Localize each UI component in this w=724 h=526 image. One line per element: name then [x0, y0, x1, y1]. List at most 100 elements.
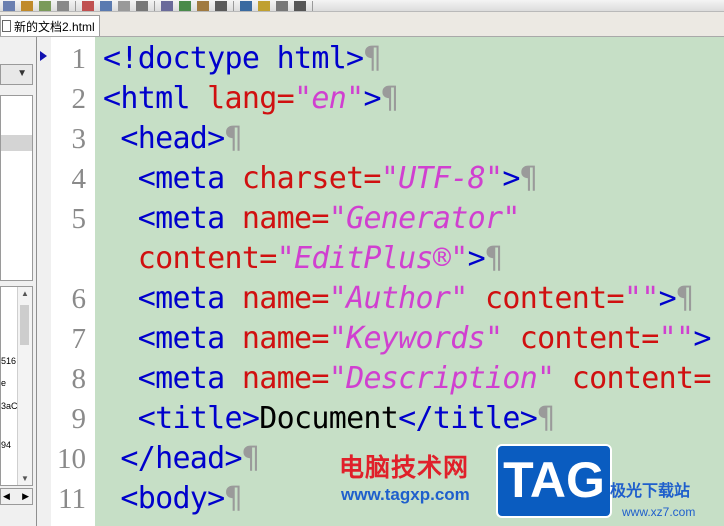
- code-token: >: [693, 321, 711, 356]
- list-item[interactable]: 94: [1, 440, 11, 450]
- toolbar-button-icon[interactable]: [118, 0, 130, 11]
- sidebar: ▼ 516 e 3aC 94 ▲ ▼ ◀ ▶: [0, 37, 37, 526]
- toolbar-button-icon[interactable]: [197, 0, 209, 11]
- code-token: ¶: [224, 481, 243, 516]
- code-token: "EditPlus®": [276, 241, 469, 276]
- code-token: ¶: [380, 81, 399, 116]
- toolbar-button-icon[interactable]: [136, 0, 148, 11]
- code-token: content=: [502, 321, 660, 356]
- list-item[interactable]: 3aC: [1, 401, 18, 411]
- toolbar-button-icon[interactable]: [161, 0, 173, 11]
- file-list-scrollbar[interactable]: ▲ ▼: [17, 287, 32, 485]
- code-token: >: [363, 81, 381, 116]
- code-token: ¶: [484, 241, 503, 276]
- toolbar-button-icon[interactable]: [3, 0, 15, 11]
- code-line[interactable]: <meta name="Generator": [103, 199, 521, 239]
- toolbar-button-icon[interactable]: [21, 0, 33, 11]
- code-token: "": [658, 321, 694, 356]
- code-token: "Author": [328, 281, 469, 316]
- tree-selected-item[interactable]: [1, 135, 32, 151]
- toolbar-separator: [312, 0, 313, 11]
- list-item[interactable]: e: [1, 378, 6, 388]
- code-token: "Description": [328, 361, 555, 396]
- code-token: "UTF-8": [380, 161, 503, 196]
- toolbar-button-icon[interactable]: [100, 0, 112, 11]
- watermark-text: 电脑技术网: [339, 453, 470, 482]
- line-number: 9: [71, 403, 87, 435]
- tab-bar: 新的文档2.html: [0, 12, 724, 37]
- code-token: ¶: [676, 281, 694, 316]
- line-number: 2: [71, 83, 87, 115]
- code-line[interactable]: </head>¶: [103, 439, 260, 479]
- list-item[interactable]: 516: [1, 356, 16, 366]
- directory-combo[interactable]: ▼: [0, 64, 33, 85]
- marker-gutter: [37, 37, 51, 526]
- toolbar-button-icon[interactable]: [276, 0, 288, 11]
- toolbar-button-icon[interactable]: [39, 0, 51, 11]
- scroll-down-icon[interactable]: ▼: [21, 474, 29, 483]
- file-list[interactable]: 516 e 3aC 94 ▲ ▼: [0, 286, 33, 486]
- code-line[interactable]: <meta name="Keywords" content="">: [103, 319, 712, 359]
- code-token: <!doctype html>: [103, 41, 364, 76]
- code-token: <meta: [103, 361, 242, 396]
- code-token: content=: [103, 241, 278, 276]
- toolbar-separator: [154, 0, 155, 11]
- toolbar-button-icon[interactable]: [294, 0, 306, 11]
- code-token: <meta: [103, 281, 242, 316]
- code-token: name=: [241, 321, 330, 356]
- code-token: "Keywords": [328, 321, 503, 356]
- watermark-url: www.tagxp.com: [341, 485, 470, 504]
- code-token: >: [467, 241, 486, 276]
- code-token: ¶: [537, 401, 555, 436]
- code-line[interactable]: content="EditPlus®">¶: [103, 239, 503, 279]
- toolbar-separator: [233, 0, 234, 11]
- toolbar-button-icon[interactable]: [57, 0, 69, 11]
- line-number: 3: [71, 123, 87, 155]
- code-token: ¶: [224, 121, 243, 156]
- toolbar-button-icon[interactable]: [215, 0, 227, 11]
- line-number: 6: [71, 283, 87, 315]
- code-token: ¶: [241, 441, 260, 476]
- line-number: 7: [71, 323, 87, 355]
- code-token: <html: [103, 81, 208, 116]
- chevron-down-icon[interactable]: ▼: [17, 68, 27, 79]
- tab-document[interactable]: 新的文档2.html: [0, 15, 100, 36]
- horizontal-scrollbar[interactable]: ◀ ▶: [0, 488, 33, 505]
- code-line[interactable]: <body>¶: [103, 479, 242, 519]
- line-number: 4: [71, 163, 87, 195]
- toolbar-button-icon[interactable]: [82, 0, 94, 11]
- code-line[interactable]: <meta charset="UTF-8">¶: [103, 159, 538, 199]
- code-token: ¶: [363, 41, 381, 76]
- code-token: name=: [241, 281, 330, 316]
- line-number: 1: [71, 43, 87, 75]
- code-token: </head>: [103, 441, 242, 476]
- code-line[interactable]: <meta name="Description" content=: [103, 359, 712, 399]
- toolbar-button-icon[interactable]: [258, 0, 270, 11]
- code-token: <meta: [103, 321, 242, 356]
- directory-tree[interactable]: [0, 95, 33, 281]
- watermark-site-url: www.xz7.com: [622, 505, 696, 519]
- code-line[interactable]: <meta name="Author" content="">¶: [103, 279, 694, 319]
- code-token: name=: [241, 361, 330, 396]
- code-line[interactable]: <head>¶: [103, 119, 242, 159]
- code-token: >: [658, 281, 677, 316]
- toolbar-button-icon[interactable]: [240, 0, 252, 11]
- code-token: ¶: [519, 161, 538, 196]
- scroll-up-icon[interactable]: ▲: [21, 289, 29, 298]
- toolbar-button-icon[interactable]: [179, 0, 191, 11]
- code-token: name=: [241, 201, 330, 236]
- scroll-right-icon[interactable]: ▶: [22, 491, 29, 502]
- code-token: "": [623, 281, 659, 316]
- code-token: content=: [554, 361, 712, 396]
- scroll-thumb[interactable]: [20, 305, 29, 345]
- current-line-marker-icon: [40, 51, 47, 61]
- code-token: <body>: [103, 481, 225, 516]
- line-number: 11: [58, 483, 86, 515]
- code-line[interactable]: <title>Document</title>¶: [103, 399, 555, 439]
- scroll-left-icon[interactable]: ◀: [3, 491, 10, 502]
- code-token: <title>: [103, 401, 260, 436]
- code-line[interactable]: <html lang="en">¶: [103, 79, 399, 119]
- toolbar: [0, 0, 724, 12]
- document-icon: [2, 20, 11, 32]
- code-line[interactable]: <!doctype html>¶: [103, 39, 382, 79]
